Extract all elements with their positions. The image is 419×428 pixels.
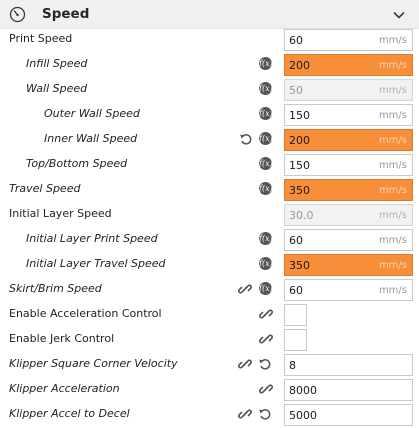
inner-wall-speed-input[interactable]: 200 mm/s — [284, 129, 413, 151]
setting-enable-jerk-control: Enable Jerk Control — [0, 327, 419, 352]
field-unit: mm/s — [378, 135, 407, 146]
field-value: 60 — [289, 234, 303, 247]
setting-label: Wall Speed — [26, 82, 88, 95]
function-icon[interactable]: f(x) — [259, 257, 273, 270]
field-unit: mm/s — [378, 260, 407, 271]
enable-acceleration-control-checkbox[interactable] — [284, 304, 307, 326]
chevron-down-icon[interactable] — [392, 8, 406, 22]
field-value: 200 — [289, 59, 310, 72]
setting-label: Klipper Square Corner Velocity — [9, 357, 178, 370]
field-value: 60 — [289, 284, 303, 297]
field-unit: mm/s — [378, 285, 407, 296]
wall-speed-input[interactable]: 50 mm/s — [284, 79, 413, 101]
field-value: 350 — [289, 259, 310, 272]
setting-initial-layer-print-speed: Initial Layer Print Speed f(x) 60 mm/s — [0, 227, 419, 252]
setting-infill-speed: Infill Speed f(x) 200 mm/s — [0, 52, 419, 77]
klipper-acceleration-input[interactable]: 8000 — [284, 379, 413, 401]
setting-label: Enable Acceleration Control — [9, 307, 162, 320]
setting-label: Print Speed — [9, 32, 73, 45]
link-icon[interactable] — [238, 407, 252, 421]
field-value: 200 — [289, 134, 310, 147]
link-icon[interactable] — [259, 382, 273, 396]
reset-icon[interactable] — [258, 407, 272, 421]
function-icon[interactable]: f(x) — [259, 82, 273, 95]
setting-klipper-acceleration: Klipper Acceleration 8000 — [0, 377, 419, 402]
field-unit: mm/s — [378, 85, 407, 96]
infill-speed-input[interactable]: 200 mm/s — [284, 54, 413, 76]
outer-wall-speed-input[interactable]: 150 mm/s — [284, 104, 413, 126]
setting-label: Infill Speed — [26, 57, 88, 70]
top-bottom-speed-input[interactable]: 150 mm/s — [284, 154, 413, 176]
setting-klipper-square-corner-velocity: Klipper Square Corner Velocity 8 — [0, 352, 419, 377]
setting-label: Top/Bottom Speed — [26, 157, 128, 170]
klipper-square-corner-velocity-input[interactable]: 8 — [284, 354, 413, 376]
field-value: 150 — [289, 159, 310, 172]
field-unit: mm/s — [378, 210, 407, 221]
field-value: 8 — [289, 359, 296, 372]
field-unit: mm/s — [378, 185, 407, 196]
setting-label: Enable Jerk Control — [9, 332, 115, 345]
setting-label: Inner Wall Speed — [44, 132, 138, 145]
field-value: 8000 — [289, 384, 317, 397]
setting-outer-wall-speed: Outer Wall Speed f(x) 150 mm/s — [0, 102, 419, 127]
setting-klipper-accel-to-decel: Klipper Accel to Decel 5000 — [0, 402, 419, 427]
function-icon[interactable]: f(x) — [259, 132, 273, 145]
setting-label: Outer Wall Speed — [44, 107, 140, 120]
field-unit: mm/s — [378, 60, 407, 71]
field-unit: mm/s — [378, 160, 407, 171]
initial-layer-print-speed-input[interactable]: 60 mm/s — [284, 229, 413, 251]
setting-label: Klipper Acceleration — [9, 382, 120, 395]
function-icon[interactable]: f(x) — [259, 57, 273, 70]
setting-travel-speed: Travel Speed f(x) 350 mm/s — [0, 177, 419, 202]
speedometer-icon — [9, 6, 26, 23]
section-header[interactable]: Speed — [0, 0, 419, 29]
setting-label: Skirt/Brim Speed — [9, 282, 102, 295]
setting-wall-speed: Wall Speed f(x) 50 mm/s — [0, 77, 419, 102]
enable-jerk-control-checkbox[interactable] — [284, 329, 307, 351]
function-icon[interactable]: f(x) — [259, 157, 273, 170]
reset-icon[interactable] — [258, 357, 272, 371]
setting-top-bottom-speed: Top/Bottom Speed f(x) 150 mm/s — [0, 152, 419, 177]
function-icon[interactable]: f(x) — [259, 182, 273, 195]
field-unit: mm/s — [378, 35, 407, 46]
setting-label: Klipper Accel to Decel — [9, 407, 130, 420]
reset-icon[interactable] — [239, 132, 253, 146]
field-value: 50 — [289, 84, 303, 97]
setting-initial-layer-speed: Initial Layer Speed 30.0 mm/s — [0, 202, 419, 227]
link-icon[interactable] — [238, 282, 252, 296]
initial-layer-travel-speed-input[interactable]: 350 mm/s — [284, 254, 413, 276]
setting-label: Initial Layer Travel Speed — [26, 257, 166, 270]
field-value: 150 — [289, 109, 310, 122]
field-unit: mm/s — [378, 110, 407, 121]
function-icon[interactable]: f(x) — [259, 282, 273, 295]
function-icon[interactable]: f(x) — [259, 232, 273, 245]
field-value: 30.0 — [289, 209, 314, 222]
setting-label: Initial Layer Speed — [9, 207, 112, 220]
travel-speed-input[interactable]: 350 mm/s — [284, 179, 413, 201]
field-value: 350 — [289, 184, 310, 197]
function-icon[interactable]: f(x) — [259, 107, 273, 120]
section-title: Speed — [42, 6, 90, 22]
setting-label: Initial Layer Print Speed — [26, 232, 158, 245]
setting-inner-wall-speed: Inner Wall Speed f(x) 200 mm/s — [0, 127, 419, 152]
setting-initial-layer-travel-speed: Initial Layer Travel Speed f(x) 350 mm/s — [0, 252, 419, 277]
print-speed-input[interactable]: 60 mm/s — [284, 29, 413, 51]
field-unit: mm/s — [378, 235, 407, 246]
klipper-accel-to-decel-input[interactable]: 5000 — [284, 404, 413, 426]
setting-enable-acceleration-control: Enable Acceleration Control — [0, 302, 419, 327]
link-icon[interactable] — [259, 332, 273, 346]
setting-print-speed: Print Speed 60 mm/s — [0, 27, 419, 52]
skirt-brim-speed-input[interactable]: 60 mm/s — [284, 279, 413, 301]
field-value: 5000 — [289, 409, 317, 422]
link-icon[interactable] — [259, 307, 273, 321]
setting-label: Travel Speed — [9, 182, 81, 195]
field-value: 60 — [289, 34, 303, 47]
initial-layer-speed-input[interactable]: 30.0 mm/s — [284, 204, 413, 226]
link-icon[interactable] — [238, 357, 252, 371]
setting-skirt-brim-speed: Skirt/Brim Speed f(x) 60 mm/s — [0, 277, 419, 302]
